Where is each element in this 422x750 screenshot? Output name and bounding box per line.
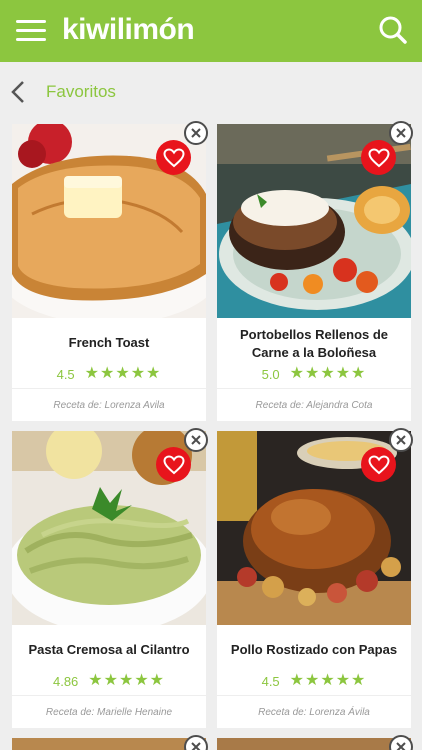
close-icon[interactable] xyxy=(184,428,208,452)
recipe-card-partial[interactable] xyxy=(217,738,411,750)
favorite-heart-icon[interactable] xyxy=(361,140,396,175)
favorite-heart-icon[interactable] xyxy=(156,447,191,482)
app-logo: kiwilimón xyxy=(62,13,195,46)
recipe-card-partial[interactable] xyxy=(12,738,206,750)
favorite-heart-icon[interactable] xyxy=(156,140,191,175)
recipe-card[interactable]: Pasta Cremosa al Cilantro 4.86 ★★★★★ Rec… xyxy=(12,431,206,728)
recipe-title: Portobellos Rellenos de Carne a la Boloñ… xyxy=(239,327,389,360)
rating-value: 4.86 xyxy=(52,673,79,689)
divider xyxy=(12,388,206,389)
star-rating-icon: ★★★★★ xyxy=(289,365,367,382)
divider xyxy=(217,695,411,696)
divider xyxy=(12,695,206,696)
app-bar: kiwilimón xyxy=(0,0,422,62)
star-rating-icon: ★★★★★ xyxy=(88,672,166,689)
rating: 5.0 ★★★★★ xyxy=(217,366,411,382)
recipe-author: Receta de: Lorenza Ávila xyxy=(258,707,370,718)
favorite-heart-icon[interactable] xyxy=(361,447,396,482)
recipe-author: Receta de: Marielle Henaine xyxy=(45,707,173,718)
search-icon[interactable] xyxy=(378,15,408,45)
close-icon[interactable] xyxy=(389,121,413,145)
rating: 4.5 ★★★★★ xyxy=(12,366,206,382)
rating: 4.86 ★★★★★ xyxy=(12,673,206,689)
subheader: Favoritos xyxy=(0,62,422,120)
recipe-author: Receta de: Alejandra Cota xyxy=(255,400,373,411)
recipe-card[interactable]: Portobellos Rellenos de Carne a la Boloñ… xyxy=(217,124,411,421)
star-rating-icon: ★★★★★ xyxy=(84,365,162,382)
rating-value: 4.5 xyxy=(261,673,280,689)
recipe-title: French Toast xyxy=(68,335,150,350)
recipe-card[interactable]: French Toast 4.5 ★★★★★ Receta de: Lorenz… xyxy=(12,124,206,421)
recipe-title: Pasta Cremosa al Cilantro xyxy=(28,642,190,657)
close-icon[interactable] xyxy=(184,121,208,145)
page-title: Favoritos xyxy=(46,82,116,101)
star-rating-icon: ★★★★★ xyxy=(289,672,367,689)
divider xyxy=(217,388,411,389)
chevron-left-icon[interactable] xyxy=(10,80,26,104)
rating: 4.5 ★★★★★ xyxy=(217,673,411,689)
recipe-title: Pollo Rostizado con Papas xyxy=(230,642,398,657)
rating-value: 5.0 xyxy=(261,366,280,382)
recipe-card[interactable]: Pollo Rostizado con Papas 4.5 ★★★★★ Rece… xyxy=(217,431,411,728)
hamburger-menu-icon[interactable] xyxy=(16,18,46,44)
recipe-author: Receta de: Lorenza Avila xyxy=(53,400,165,411)
rating-value: 4.5 xyxy=(56,366,75,382)
close-icon[interactable] xyxy=(389,428,413,452)
